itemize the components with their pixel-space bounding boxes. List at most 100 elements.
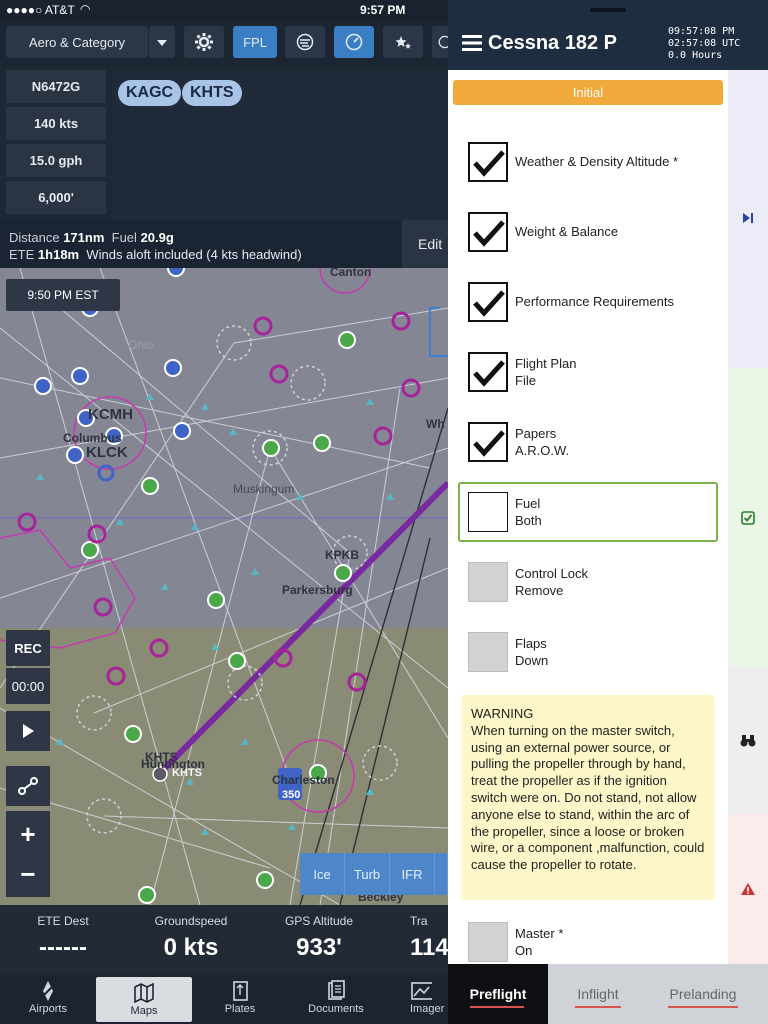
app-root: ●●●●○ AT&T ◠ 9:57 PM Aero & Category FPL — [0, 0, 768, 1024]
tab-airports[interactable]: Airports — [0, 975, 96, 1024]
groundspeed-cell[interactable]: Groundspeed 0 kts — [126, 905, 256, 975]
edit-route-button[interactable]: Edit — [402, 220, 448, 268]
dropdown-arrow-icon[interactable] — [149, 26, 175, 58]
layers-icon[interactable] — [285, 26, 325, 58]
tab-prelanding[interactable]: Prelanding — [648, 964, 758, 1024]
stars-icon[interactable] — [383, 26, 423, 58]
warning-heading: WARNING — [471, 706, 534, 721]
tab-documents-label: Documents — [308, 1003, 364, 1015]
aero-category-button[interactable]: Aero & Category — [6, 26, 148, 58]
plates-icon — [192, 979, 288, 1003]
fpl-label: FPL — [243, 34, 267, 50]
skip-next-icon[interactable] — [742, 212, 754, 224]
map-graphic — [0, 268, 448, 905]
checkbox-checked[interactable] — [468, 352, 508, 392]
tab-documents[interactable]: Documents — [288, 975, 384, 1024]
aircraft-tail-button[interactable]: N6472G — [6, 70, 106, 103]
ete-dest-cell[interactable]: ETE Dest ------ — [0, 905, 126, 975]
drag-handle[interactable] — [590, 8, 626, 12]
map-label-kpkb: KPKB — [325, 548, 360, 562]
waypoint-pill[interactable]: KAGC — [118, 80, 182, 106]
checklist-item-action: Down — [515, 653, 549, 668]
fuel-flow-button[interactable]: 15.0 gph — [6, 144, 106, 177]
checklist-item[interactable]: Papers A.R.O.W. — [458, 412, 718, 472]
checklist-item-title: Papers — [515, 426, 557, 441]
rail-info[interactable] — [728, 666, 768, 814]
ice-button[interactable]: Ice — [300, 853, 345, 895]
more-weather-button[interactable] — [435, 853, 448, 895]
settings-gear-icon[interactable] — [184, 26, 224, 58]
map-time-label: 9:50 PM EST — [27, 288, 99, 302]
checkbox-pending[interactable] — [468, 632, 508, 672]
checklist-item[interactable]: Flight Plan File — [458, 342, 718, 402]
ete-value: 1h18m — [37, 247, 80, 262]
checklist-item[interactable]: Performance Requirements — [458, 272, 718, 332]
status-bar: ●●●●○ AT&T ◠ 9:57 PM — [0, 0, 448, 20]
instrument-strip[interactable]: ETE Dest ------ Groundspeed 0 kts GPS Al… — [0, 905, 448, 975]
fuel-label: Fuel — [111, 230, 137, 245]
checkbox-pending[interactable] — [468, 562, 508, 602]
record-button[interactable]: REC — [6, 630, 50, 666]
checklist-item-text: Master * On — [515, 925, 563, 959]
zoom-out-icon[interactable]: − — [20, 859, 35, 889]
checkbox-checked[interactable] — [468, 282, 508, 322]
sectional-map[interactable]: Canton Ohio KCMH Columbus KLCK Muskingum… — [0, 268, 448, 905]
route-tool-icon[interactable] — [6, 766, 50, 806]
tab-preflight[interactable]: Preflight — [448, 964, 548, 1024]
ete-line: ETE 1h18m Winds aloft included (4 kts he… — [9, 247, 302, 262]
warning-text: WARNING When turning on the master switch… — [471, 706, 705, 874]
checklist-item[interactable]: Control Lock Remove — [458, 552, 718, 612]
gps-altitude-cell[interactable]: GPS Altitude 933' — [256, 905, 382, 975]
tab-plates[interactable]: Plates — [192, 975, 288, 1024]
warning-body: When turning on the master switch, using… — [471, 722, 705, 873]
check-square-icon[interactable] — [741, 511, 755, 525]
section-header-initial[interactable]: Initial — [453, 80, 723, 105]
checkbox-checked[interactable] — [468, 142, 508, 182]
checklist-item-action: Remove — [515, 583, 564, 598]
waypoint-pill[interactable]: KHTS — [182, 80, 242, 106]
checklist-item[interactable]: Master * On — [458, 912, 718, 972]
checkbox-checked[interactable] — [468, 212, 508, 252]
groundspeed-value: 0 kts — [163, 934, 219, 961]
checkbox-empty[interactable] — [468, 492, 508, 532]
fuel-value: 20.9g — [140, 230, 174, 245]
track-cell[interactable]: Tra 114 — [382, 905, 448, 975]
checkbox-pending[interactable] — [468, 922, 508, 962]
route-waypoints-area[interactable]: KAGC KHTS — [112, 70, 448, 220]
ifr-button[interactable]: IFR — [390, 853, 435, 895]
tab-airports-label: Airports — [29, 1003, 67, 1015]
fpl-button[interactable]: FPL — [233, 26, 277, 58]
gauge-icon[interactable] — [334, 26, 374, 58]
checkbox-checked[interactable] — [468, 422, 508, 462]
turbulence-button[interactable]: Turb — [345, 853, 390, 895]
gps-altitude-label: GPS Altitude — [284, 914, 354, 928]
checklist-item[interactable]: Flaps Down — [458, 622, 718, 682]
more-toolbar-icon[interactable] — [432, 26, 448, 58]
checkmark-icon — [473, 150, 505, 177]
phase-tab-bar: Preflight Inflight Prelanding — [448, 964, 768, 1024]
zoom-in-icon[interactable]: + — [20, 819, 35, 849]
map-time-chip[interactable]: 9:50 PM EST — [6, 279, 120, 311]
rail-checked[interactable] — [728, 368, 768, 666]
rail-warning[interactable] — [728, 814, 768, 964]
checklist-item[interactable]: Weight & Balance — [458, 202, 718, 262]
menu-hamburger-icon[interactable] — [462, 34, 482, 52]
altitude-button[interactable]: 6,000' — [6, 181, 106, 214]
play-icon[interactable] — [6, 711, 50, 751]
warning-triangle-icon[interactable] — [740, 882, 756, 896]
binoculars-icon[interactable] — [740, 734, 756, 748]
checklist-item-text: Papers A.R.O.W. — [515, 425, 569, 459]
checklist-item-current[interactable]: Fuel Both — [458, 482, 718, 542]
rail-normal[interactable] — [728, 70, 768, 368]
cruise-speed-button[interactable]: 140 kts — [6, 107, 106, 140]
checklist-item[interactable]: Weather & Density Altitude * — [458, 132, 718, 192]
ifr-label: IFR — [401, 866, 423, 882]
map-icon — [96, 981, 192, 1005]
tab-inflight[interactable]: Inflight — [548, 964, 648, 1024]
tab-maps[interactable]: Maps — [96, 977, 192, 1022]
checklist-item-action: File — [515, 373, 536, 388]
checkmark-icon — [473, 430, 505, 457]
tab-imagery[interactable]: Imager — [384, 975, 448, 1024]
distance-value: 171nm — [63, 230, 105, 245]
utc-time: 02:57:08 UTC — [668, 38, 741, 49]
